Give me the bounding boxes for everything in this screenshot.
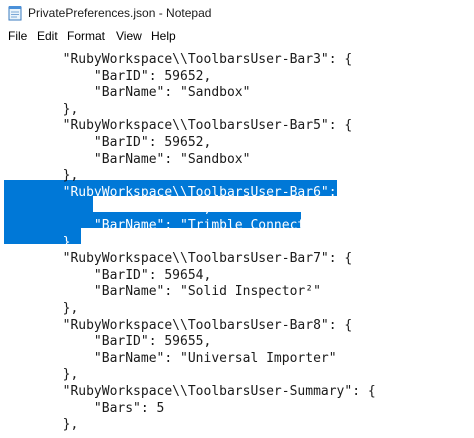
text-line: "RubyWorkspace\\ToolbarsUser-Bar5": { <box>0 118 353 134</box>
text-line: }, <box>0 101 79 117</box>
text-editor[interactable]: "RubyWorkspace\\ToolbarsUser-Bar3": { "B… <box>0 46 474 438</box>
text-line: "BarID": 59652, <box>0 68 212 84</box>
menu-file[interactable]: File <box>8 28 27 44</box>
text-line: "RubyWorkspace\\ToolbarsUser-Summary": { <box>0 384 376 399</box>
text-line: "BarID": 59653, <box>0 201 212 217</box>
text-line: }, <box>0 301 79 316</box>
title-bar: PrivatePreferences.json - Notepad <box>0 0 474 26</box>
text-line: "BarName": "Sandbox" <box>0 85 251 101</box>
text-line: "BarName": "Universal Importer" <box>0 350 337 366</box>
menu-view[interactable]: View <box>116 28 142 44</box>
text-line: "BarID": 59655, <box>0 334 212 350</box>
menu-help[interactable]: Help <box>151 28 176 44</box>
text-line: "BarName": "Trimble Connect" <box>0 218 314 233</box>
text-line: "RubyWorkspace\\ToolbarsUser-Bar7": { <box>0 251 353 267</box>
menu-edit[interactable]: Edit <box>37 28 58 44</box>
text-line: }, <box>0 417 79 433</box>
text-line: "BarID": 59652, <box>0 135 212 150</box>
text-line: "BarName": "Sandbox" <box>0 151 251 167</box>
menu-bar: File Edit Format View Help <box>0 26 474 46</box>
text-line: "BarName": "Solid Inspector²" <box>0 284 321 300</box>
text-line: }, <box>0 234 79 250</box>
notepad-icon <box>8 6 22 21</box>
text-line: "RubyWorkspace\\ToolbarsUser-Bar3": { <box>0 52 353 67</box>
text-line: "Bars": 5 <box>0 400 165 416</box>
text-line: "RubyWorkspace\\ToolbarsUser-Bar8": { <box>0 317 353 333</box>
menu-format[interactable]: Format <box>67 28 105 44</box>
text-line: }, <box>0 367 79 383</box>
window-title: PrivatePreferences.json - Notepad <box>28 6 212 20</box>
text-line: "RubyWorkspace\\ToolbarsUser-Bar6": { <box>0 184 353 200</box>
text-line: "BarID": 59654, <box>0 267 212 283</box>
text-line: }, <box>0 168 79 184</box>
